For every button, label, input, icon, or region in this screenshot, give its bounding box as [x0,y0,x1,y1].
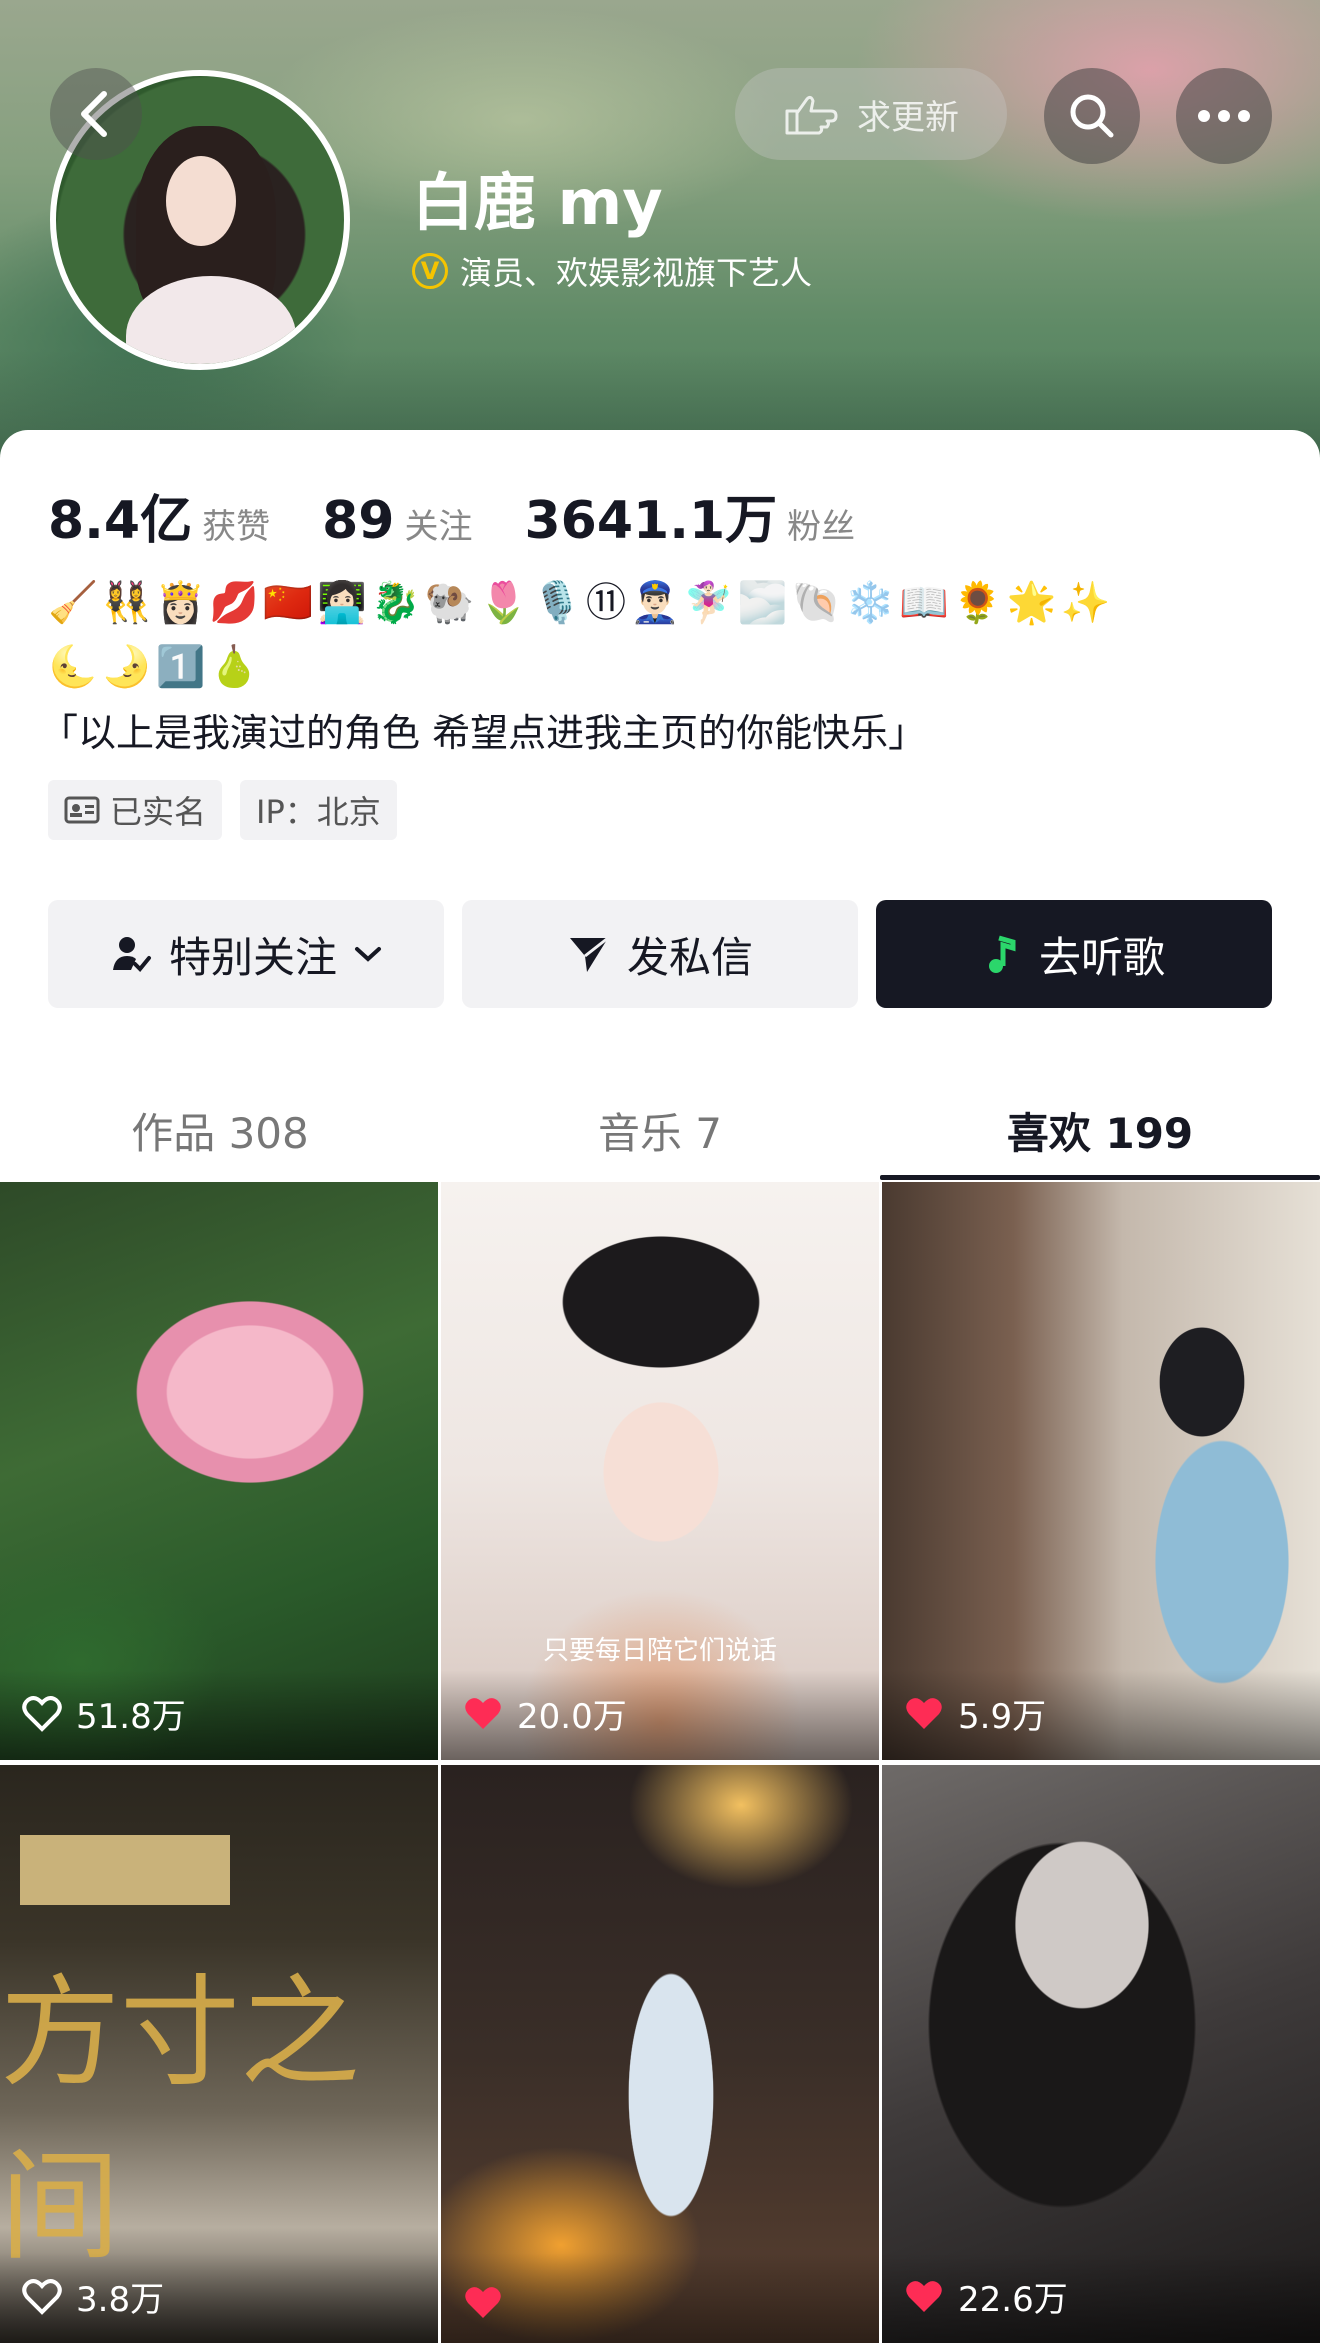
more-button[interactable] [1176,68,1272,164]
bio-emoji-line: 🧹👯‍♀️👸🏻💋🇨🇳👩🏻‍💻🐉🐏🌷🎙️⑪👮🏻‍♂️🧚🏻‍♀️🌫️🐚❄️📖🌻🌟✨ [48,580,1115,626]
heart-outline-icon [22,2278,62,2315]
stat-following[interactable]: 89 关注 [322,491,472,551]
like-count: 5.9万 [904,1689,1046,1738]
send-message-label: 发私信 [626,932,753,982]
listen-music-button[interactable]: 去听歌 [876,900,1272,1008]
heart-filled-icon [906,2280,942,2312]
like-count-value: 51.8万 [76,1697,186,1737]
video-thumbnail[interactable]: 5.9万 [882,1182,1320,1760]
video-thumbnail[interactable]: 51.8万 [0,1182,438,1760]
action-buttons: 特别关注 发私信 去听歌 [48,900,1272,1008]
profile-tags: 已实名 IP：北京 [48,780,397,840]
chevron-down-icon [355,947,381,962]
like-count: 22.6万 [904,2272,1068,2321]
id-card-icon [64,796,100,824]
send-message-button[interactable]: 发私信 [462,900,858,1008]
special-follow-button[interactable]: 特别关注 [48,900,444,1008]
realname-tag: 已实名 [48,780,223,840]
music-note-icon [988,935,1016,973]
video-grid: 51.8万 只要每日陪它们说话 20.0万 5.9万 方寸之间 3.8万 22.… [0,1182,1320,2343]
video-thumbnail[interactable]: 方寸之间 3.8万 [0,1765,438,2343]
heart-filled-icon [465,2287,501,2318]
back-button[interactable] [50,68,142,160]
stats-row: 8.4亿 获赞 89 关注 3641.1万 粉丝 [48,478,907,553]
bio-text: 「以上是我演过的角色 希望点进我主页的你能快乐」 [40,711,927,755]
tab-music[interactable]: 音乐 7 [440,1080,880,1180]
profile-name: 白鹿 my [412,166,663,239]
ip-label: IP：北京 [256,793,381,831]
heart-filled-icon [465,1697,501,1729]
like-count-value: 3.8万 [76,2280,165,2320]
pointing-hand-icon [785,95,838,135]
stat-label: 关注 [404,507,473,547]
like-count [463,2285,517,2321]
like-count: 3.8万 [22,2272,164,2321]
request-update-button[interactable]: 求更新 [735,68,1007,160]
stat-value: 8.4亿 [48,491,193,551]
tab-works[interactable]: 作品 308 [0,1080,440,1180]
video-thumbnail[interactable]: 只要每日陪它们说话 20.0万 [441,1182,879,1760]
heart-filled-icon [906,1697,942,1729]
like-count: 20.0万 [463,1689,627,1738]
like-count-value: 20.0万 [517,1697,627,1737]
special-follow-label: 特别关注 [168,932,337,982]
search-button[interactable] [1044,68,1140,164]
stat-value: 3641.1万 [524,491,778,551]
stat-followers[interactable]: 3641.1万 粉丝 [525,478,856,553]
tab-likes[interactable]: 喜欢 199 [880,1080,1320,1180]
bio-emoji-line: 🌜🌛1️⃣🍐 [48,644,264,690]
verification-line: V 演员、欢娱影视旗下艺人 [412,248,812,294]
video-thumbnail[interactable] [441,1765,879,2343]
stat-likes[interactable]: 8.4亿 获赞 [48,478,270,553]
poster-sign [20,1835,230,1905]
stat-label: 获赞 [202,507,271,547]
video-subtitle: 只要每日陪它们说话 [542,1636,777,1666]
request-update-label: 求更新 [857,97,959,138]
search-icon [1070,94,1114,138]
more-dots-icon [1198,110,1250,122]
verification-text: 演员、欢娱影视旗下艺人 [460,254,813,292]
listen-music-label: 去听歌 [1038,932,1165,982]
verified-badge-icon: V [412,253,448,289]
like-count-value: 5.9万 [958,1697,1047,1737]
video-overlay-title: 方寸之间 [0,1964,360,2277]
chevron-left-icon [81,91,107,137]
stat-label: 粉丝 [787,507,856,547]
like-count-value: 22.6万 [958,2280,1068,2320]
user-check-icon [112,937,151,972]
like-count: 51.8万 [22,1689,186,1738]
realname-label: 已实名 [110,793,207,831]
ip-tag: IP：北京 [240,780,397,840]
send-icon [569,936,609,972]
heart-outline-icon [22,1695,62,1732]
content-tabs: 作品 308 音乐 7 喜欢 199 [0,1080,1320,1180]
video-thumbnail[interactable]: 22.6万 [882,1765,1320,2343]
stat-value: 89 [322,491,395,551]
